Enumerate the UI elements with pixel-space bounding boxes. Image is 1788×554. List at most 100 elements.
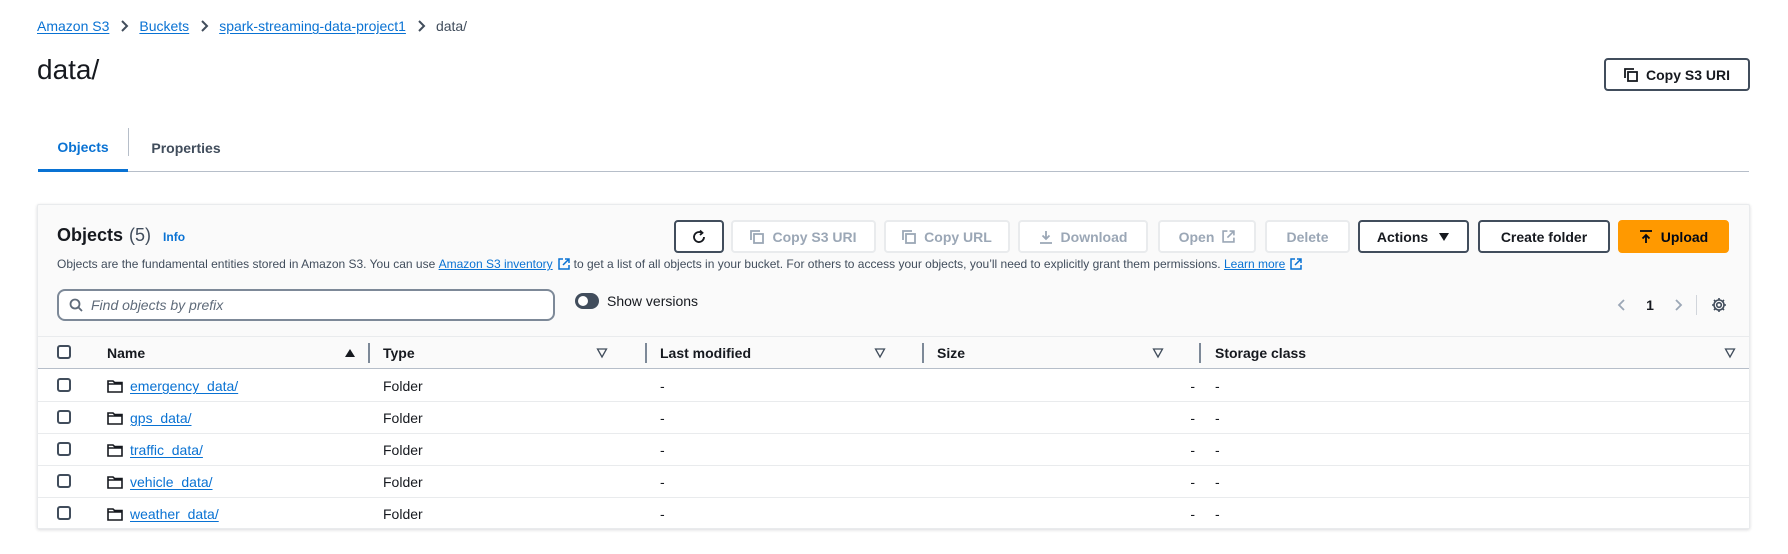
type-cell: Folder xyxy=(383,442,423,458)
description-text-2: to get a list of all objects in your buc… xyxy=(573,257,1221,271)
inventory-link-label: Amazon S3 inventory xyxy=(438,257,553,271)
column-header-storage-class[interactable]: Storage class xyxy=(1215,337,1306,369)
tab-properties-label: Properties xyxy=(151,140,221,156)
table-row[interactable]: traffic_data/Folder - - - xyxy=(38,434,1749,466)
inventory-link[interactable]: Amazon S3 inventory xyxy=(439,257,553,271)
create-folder-label: Create folder xyxy=(1500,228,1588,245)
breadcrumb-buckets[interactable]: Buckets xyxy=(139,18,189,34)
search-icon xyxy=(69,298,83,312)
size-cell: - xyxy=(1190,474,1195,490)
tab-objects[interactable]: Objects xyxy=(38,124,128,172)
copy-s3-uri-button[interactable]: Copy S3 URI xyxy=(1604,58,1750,91)
learn-more-link[interactable]: Learn more xyxy=(1224,257,1285,271)
delete-button[interactable]: Delete xyxy=(1265,220,1350,253)
external-link-icon xyxy=(1290,258,1303,270)
column-resizer[interactable] xyxy=(368,343,370,363)
column-header-size[interactable]: Size xyxy=(937,337,965,369)
chevron-right-icon xyxy=(189,20,219,32)
next-page-button[interactable] xyxy=(1664,291,1692,319)
sort-icon[interactable] xyxy=(874,347,886,359)
column-resizer[interactable] xyxy=(1199,343,1201,363)
folder-icon xyxy=(107,507,123,521)
folder-link[interactable]: weather_data/ xyxy=(130,506,219,522)
tab-properties[interactable]: Properties xyxy=(129,124,243,172)
objects-header: Objects (5) Info xyxy=(57,225,185,246)
tab-bar: Objects Properties xyxy=(38,124,1749,172)
copy-s3-uri-toolbar-button[interactable]: Copy S3 URI xyxy=(731,220,876,253)
refresh-icon xyxy=(693,229,705,243)
folder-link[interactable]: vehicle_data/ xyxy=(130,474,213,490)
copy-url-button[interactable]: Copy URL xyxy=(884,220,1010,253)
name-cell: emergency_data/ xyxy=(107,370,238,402)
storage-class-cell: - xyxy=(1215,474,1220,490)
objects-description: Objects are the fundamental entities sto… xyxy=(57,257,1306,271)
size-cell: - xyxy=(1190,442,1195,458)
open-button[interactable]: Open xyxy=(1158,220,1256,253)
sort-icon[interactable] xyxy=(596,347,608,359)
column-resizer[interactable] xyxy=(922,343,924,363)
name-cell: weather_data/ xyxy=(107,498,219,530)
toggle-switch[interactable] xyxy=(575,293,599,309)
tab-objects-label: Objects xyxy=(57,138,109,155)
table-row[interactable]: weather_data/Folder - - - xyxy=(38,498,1749,530)
folder-link[interactable]: emergency_data/ xyxy=(130,378,238,394)
upload-button[interactable]: Upload xyxy=(1618,220,1729,253)
column-resizer[interactable] xyxy=(645,343,647,363)
objects-count: (5) xyxy=(129,225,152,245)
storage-class-cell: - xyxy=(1215,410,1220,426)
objects-table: Name Type Last modified Size Storage cla… xyxy=(38,336,1749,528)
sort-icon[interactable] xyxy=(1152,347,1164,359)
copy-s3-uri-toolbar-label: Copy S3 URI xyxy=(772,228,857,245)
page-title: data/ xyxy=(37,54,100,85)
breadcrumb-amazon-s3[interactable]: Amazon S3 xyxy=(37,18,109,34)
row-checkbox[interactable] xyxy=(57,378,71,392)
folder-link[interactable]: traffic_data/ xyxy=(130,442,203,458)
last-modified-cell: - xyxy=(660,474,665,490)
show-versions-label: Show versions xyxy=(607,293,699,309)
create-folder-button[interactable]: Create folder xyxy=(1478,220,1610,253)
page-number[interactable]: 1 xyxy=(1636,297,1664,313)
external-link-icon xyxy=(557,258,570,270)
sort-ascending-icon[interactable] xyxy=(344,347,356,359)
table-row[interactable]: gps_data/Folder - - - xyxy=(38,402,1749,434)
sort-icon[interactable] xyxy=(1724,347,1736,359)
table-row[interactable]: vehicle_data/Folder - - - xyxy=(38,466,1749,498)
row-checkbox[interactable] xyxy=(57,474,71,488)
type-cell: Folder xyxy=(383,506,423,522)
preferences-button[interactable] xyxy=(1705,291,1733,319)
breadcrumb-bucket-name[interactable]: spark-streaming-data-project1 xyxy=(219,18,406,34)
copy-url-label: Copy URL xyxy=(924,228,992,245)
row-checkbox[interactable] xyxy=(57,506,71,520)
select-all-checkbox[interactable] xyxy=(57,345,71,359)
table-header: Name Type Last modified Size Storage cla… xyxy=(38,337,1749,369)
download-icon xyxy=(1039,230,1052,244)
name-cell: gps_data/ xyxy=(107,402,192,434)
download-button[interactable]: Download xyxy=(1018,220,1148,253)
open-label: Open xyxy=(1178,228,1215,245)
chevron-right-icon xyxy=(406,20,436,32)
size-cell: - xyxy=(1190,410,1195,426)
last-modified-cell: - xyxy=(660,378,665,394)
column-header-last-modified[interactable]: Last modified xyxy=(660,337,751,369)
search-input[interactable] xyxy=(91,297,531,313)
folder-icon xyxy=(107,475,123,489)
refresh-button[interactable] xyxy=(674,220,724,253)
row-checkbox[interactable] xyxy=(57,442,71,456)
table-row[interactable]: emergency_data/Folder - - - xyxy=(38,370,1749,402)
column-header-name[interactable]: Name xyxy=(107,337,145,369)
name-cell: traffic_data/ xyxy=(107,434,203,466)
info-link[interactable]: Info xyxy=(163,230,185,244)
show-versions-toggle[interactable]: Show versions xyxy=(575,293,698,309)
row-checkbox[interactable] xyxy=(57,410,71,424)
folder-link[interactable]: gps_data/ xyxy=(130,410,192,426)
column-header-type[interactable]: Type xyxy=(383,337,415,369)
storage-class-cell: - xyxy=(1215,506,1220,522)
previous-page-button[interactable] xyxy=(1608,291,1636,319)
caret-down-icon xyxy=(1439,232,1450,241)
actions-dropdown[interactable]: Actions xyxy=(1358,220,1469,253)
name-cell: vehicle_data/ xyxy=(107,466,213,498)
search-field[interactable] xyxy=(57,289,555,321)
download-label: Download xyxy=(1060,228,1128,245)
learn-more-label: Learn more xyxy=(1223,257,1286,271)
chevron-left-icon xyxy=(1617,299,1625,311)
